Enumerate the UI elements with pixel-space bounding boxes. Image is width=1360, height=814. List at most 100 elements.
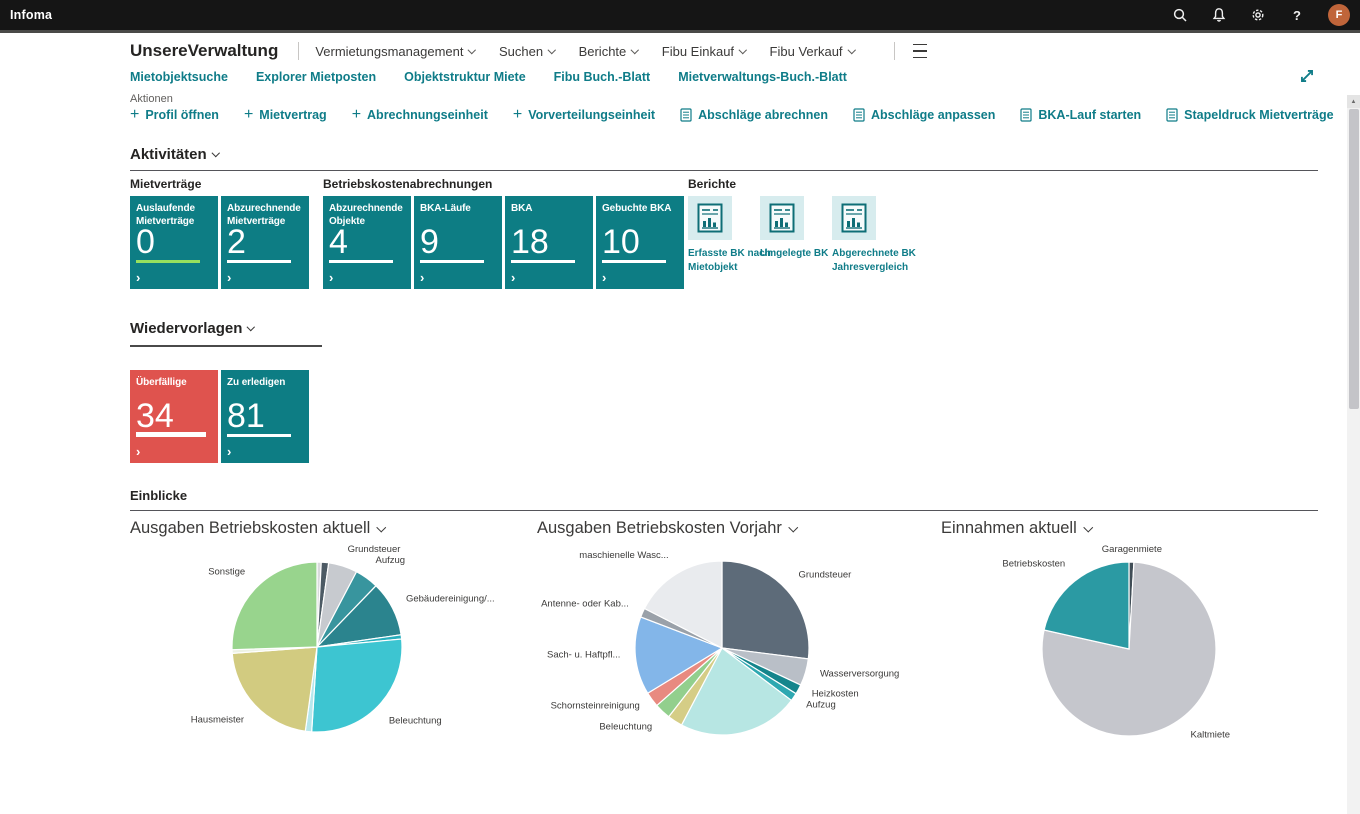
pie-label: Antenne- oder Kab... <box>541 599 629 610</box>
tile-chevron-icon: › <box>511 270 515 285</box>
link-mietverwaltungs-buch-blatt[interactable]: Mietverwaltungs-Buch.-Blatt <box>678 70 847 84</box>
group-label-berichte: Berichte <box>688 177 736 191</box>
pie-label: Grundsteuer <box>799 570 852 581</box>
document-icon <box>853 108 865 122</box>
pie-label: maschienelle Wasc... <box>579 550 668 561</box>
tile-progress-bar <box>602 260 666 263</box>
pie-slice <box>232 647 317 731</box>
plus-icon: + <box>513 109 522 121</box>
section-divider <box>130 170 1318 171</box>
tile-ueberfaellige[interactable]: Überfällige 34 › <box>130 370 218 463</box>
tile-chevron-icon: › <box>227 270 231 285</box>
scrollbar-thumb[interactable] <box>1349 109 1359 409</box>
tile-chevron-icon: › <box>329 270 333 285</box>
action-abschlaege-abrechnen[interactable]: Abschläge abrechnen <box>680 108 828 122</box>
menu-berichte[interactable]: Berichte <box>579 44 638 59</box>
section-divider <box>130 510 1318 511</box>
menu-vermietungsmanagement[interactable]: Vermietungsmanagement <box>315 44 475 59</box>
link-mietobjektsuche[interactable]: Mietobjektsuche <box>130 70 228 84</box>
tile-chevron-icon: › <box>227 444 231 459</box>
pie-label: Gebäudereinigung/... <box>406 593 495 604</box>
tile-abzurechnende-mietvertraege[interactable]: Abzurechnende Mietverträge 2 › <box>221 196 309 289</box>
tile-zu-erledigen[interactable]: Zu erledigen 81 › <box>221 370 309 463</box>
chevron-down-icon <box>847 46 855 54</box>
tile-progress-bar <box>227 260 291 263</box>
topbar-shadow <box>0 30 1360 33</box>
top-app-bar: Infoma ? F <box>0 0 1360 30</box>
actions-bar: +Profil öffnen +Mietvertrag +Abrechnungs… <box>130 108 1360 122</box>
action-stapeldruck-mietvertraege[interactable]: Stapeldruck Mietverträge <box>1166 108 1333 122</box>
pie-chart-einnahmen-aktuell: GaragenmieteKaltmieteBetriebskosten <box>930 543 1340 759</box>
actions-caption: Aktionen <box>130 93 173 105</box>
chevron-down-icon <box>377 522 386 531</box>
chevron-down-icon <box>247 323 255 331</box>
action-mietvertrag[interactable]: +Mietvertrag <box>244 108 327 122</box>
expand-resize-icon[interactable] <box>1298 67 1316 85</box>
nav-divider <box>298 42 299 60</box>
section-title-aktivitaeten[interactable]: Aktivitäten <box>130 146 218 163</box>
tile-gebuchte-bka[interactable]: Gebuchte BKA 10 › <box>596 196 684 289</box>
tile-progress-bar <box>136 432 206 437</box>
report-umgelegte-bk[interactable]: Umgelegte BK <box>760 196 828 274</box>
plus-icon: + <box>130 109 139 121</box>
tile-chevron-icon: › <box>136 270 140 285</box>
more-menu-hamburger-icon[interactable] <box>913 41 927 60</box>
pie-label: Garagenmiete <box>1102 544 1162 555</box>
chevron-down-icon <box>548 46 556 54</box>
user-avatar[interactable]: F <box>1328 4 1350 26</box>
group-label-mietvertraege: Mietverträge <box>130 177 201 191</box>
pie-chart-betriebskosten-aktuell: GrundsteuerAufzugGebäudereinigung/...Bel… <box>130 543 520 759</box>
report-chart-icon <box>688 196 732 240</box>
chevron-down-icon <box>212 149 220 157</box>
report-chart-icon <box>760 196 804 240</box>
section-title-wiedervorlagen[interactable]: Wiedervorlagen <box>130 320 254 337</box>
help-icon[interactable]: ? <box>1289 7 1305 23</box>
tile-progress-bar <box>511 260 575 263</box>
report-chart-icon <box>832 196 876 240</box>
report-erfasste-bk-nach-mietobjekt[interactable]: Erfasste BK nach Mietobjekt <box>688 196 756 274</box>
scrollbar-up-arrow[interactable]: ▲ <box>1347 95 1360 108</box>
action-profil-oeffnen[interactable]: +Profil öffnen <box>130 108 219 122</box>
primary-nav: UnsereVerwaltung Vermietungsmanagement S… <box>130 37 927 65</box>
chart-title-betriebskosten-aktuell[interactable]: Ausgaben Betriebskosten aktuell <box>130 519 385 538</box>
plus-icon: + <box>244 109 253 121</box>
document-icon <box>680 108 692 122</box>
link-explorer-mietposten[interactable]: Explorer Mietposten <box>256 70 376 84</box>
tile-progress-bar <box>227 434 291 437</box>
chevron-down-icon <box>739 46 747 54</box>
link-fibu-buch-blatt[interactable]: Fibu Buch.-Blatt <box>554 70 651 84</box>
link-objektstruktur-miete[interactable]: Objektstruktur Miete <box>404 70 526 84</box>
report-abgerechnete-bk-jahresvergleich[interactable]: Abgerechnete BK Jahresvergleich <box>832 196 900 274</box>
action-abschlaege-anpassen[interactable]: Abschläge anpassen <box>853 108 995 122</box>
topbar-icon-group: ? F <box>1172 4 1350 26</box>
nav-divider <box>894 42 895 60</box>
plus-icon: + <box>352 109 361 121</box>
chevron-down-icon <box>1083 522 1092 531</box>
section-title-einblicke: Einblicke <box>130 488 187 503</box>
settings-gear-icon[interactable] <box>1250 7 1266 23</box>
menu-suchen[interactable]: Suchen <box>499 44 555 59</box>
menu-fibu-verkauf[interactable]: Fibu Verkauf <box>770 44 855 59</box>
business-central-dashboard: Infoma ? F UnsereVerwaltung Vermietungsm… <box>0 0 1360 814</box>
chart-title-einnahmen-aktuell[interactable]: Einnahmen aktuell <box>941 519 1091 538</box>
tile-bka[interactable]: BKA 18 › <box>505 196 593 289</box>
report-shortcuts: Erfasste BK nach Mietobjekt Umgelegte BK… <box>688 196 900 274</box>
action-vorverteilungseinheit[interactable]: +Vorverteilungseinheit <box>513 108 655 122</box>
chart-title-betriebskosten-vorjahr[interactable]: Ausgaben Betriebskosten Vorjahr <box>537 519 796 538</box>
search-icon[interactable] <box>1172 7 1188 23</box>
pie-label: Wasserversorgung <box>820 668 899 679</box>
action-abrechnungseinheit[interactable]: +Abrechnungseinheit <box>352 108 488 122</box>
tile-auslaufende-mietvertraege[interactable]: Auslaufende Mietverträge 0 › <box>130 196 218 289</box>
action-bka-lauf-starten[interactable]: BKA-Lauf starten <box>1020 108 1141 122</box>
brand-logo: Infoma <box>10 8 52 22</box>
tile-progress-bar <box>420 260 484 263</box>
vertical-scrollbar[interactable]: ▲ <box>1347 95 1360 814</box>
tile-chevron-icon: › <box>420 270 424 285</box>
pie-label: Beleuchtung <box>389 716 442 727</box>
tile-abzurechnende-objekte[interactable]: Abzurechnende Objekte 4 › <box>323 196 411 289</box>
tile-bka-laeufe[interactable]: BKA-Läufe 9 › <box>414 196 502 289</box>
notifications-bell-icon[interactable] <box>1211 7 1227 23</box>
tile-chevron-icon: › <box>602 270 606 285</box>
page-title: UnsereVerwaltung <box>130 41 278 61</box>
menu-fibu-einkauf[interactable]: Fibu Einkauf <box>662 44 746 59</box>
